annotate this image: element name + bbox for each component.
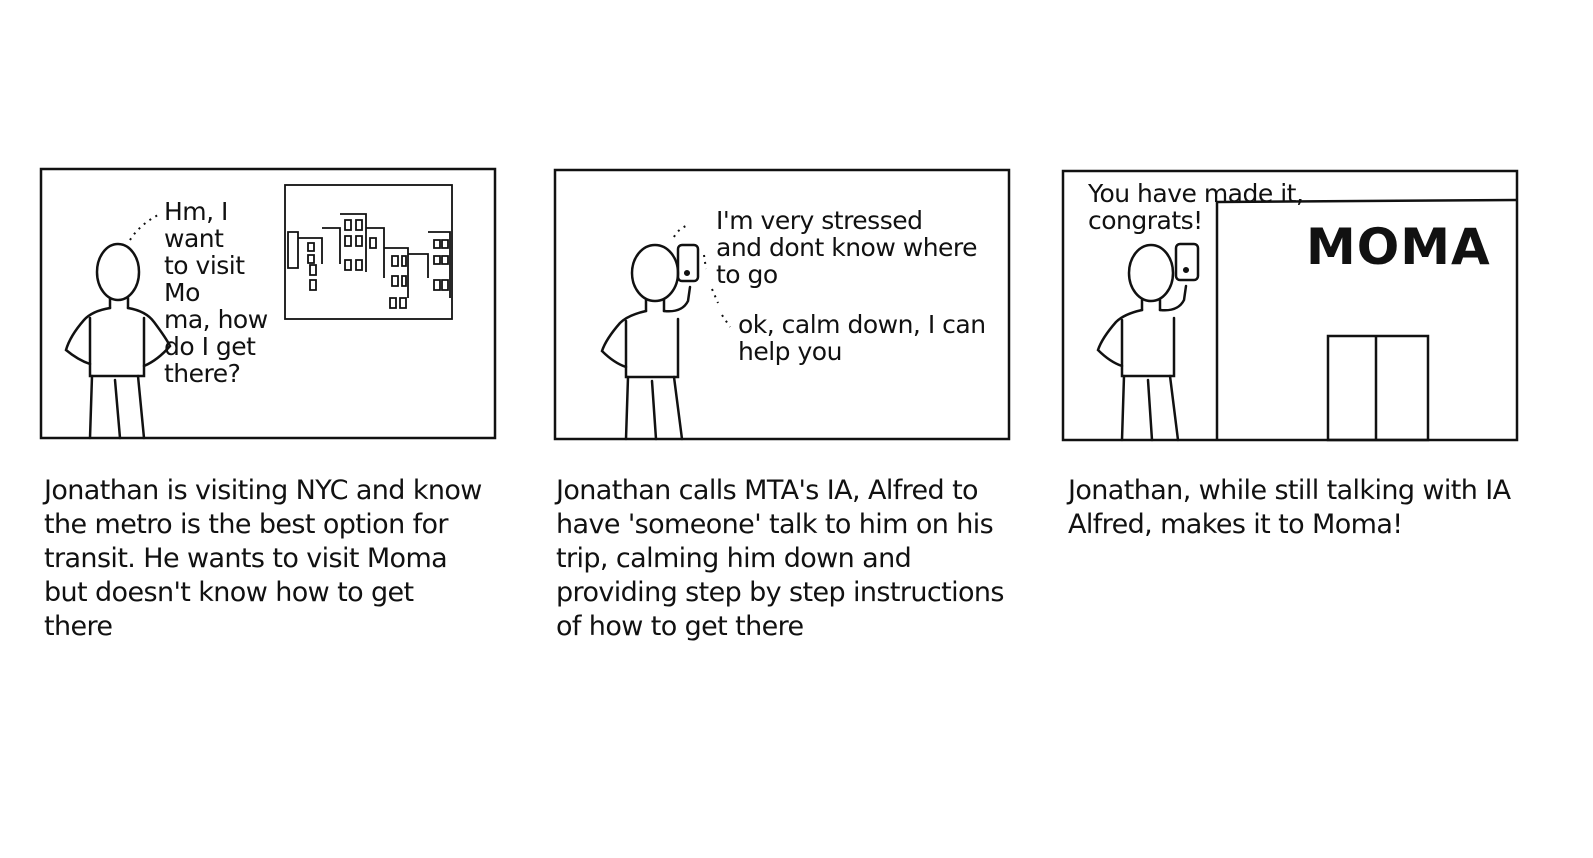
panel-1-caption: Jonathan is visiting NYC and know the me… (44, 475, 482, 642)
panel-2-caption: Jonathan calls MTA's IA, Alfred to have … (556, 475, 1005, 642)
person-jonathan (64, 242, 172, 440)
storyboard-panel-3: You have made it, congrats! MOMA (1061, 169, 1519, 442)
storyboard-panel-2: I'm very stressed and dont know where to… (553, 168, 1011, 441)
storyboard-panel-1: Hm, I want to visit Mo ma, how do I get … (39, 167, 497, 440)
person-jonathan (1096, 243, 1188, 442)
speech-dots (129, 213, 161, 241)
speech-bubble-text: Hm, I want to visit Mo ma, how do I get … (164, 197, 268, 388)
panel-3-caption: Jonathan, while still talking with IA Al… (1068, 475, 1511, 540)
phone-icon (1174, 242, 1200, 282)
arrival-speech-text: You have made it, congrats! (1088, 179, 1304, 235)
city-skyline-picture (284, 184, 453, 320)
moma-sign: MOMA (1306, 218, 1491, 276)
phone-icon (676, 243, 700, 283)
user-speech-text: I'm very stressed and dont know where to… (716, 206, 978, 289)
ia-speech-text: ok, calm down, I can help you (738, 310, 986, 366)
